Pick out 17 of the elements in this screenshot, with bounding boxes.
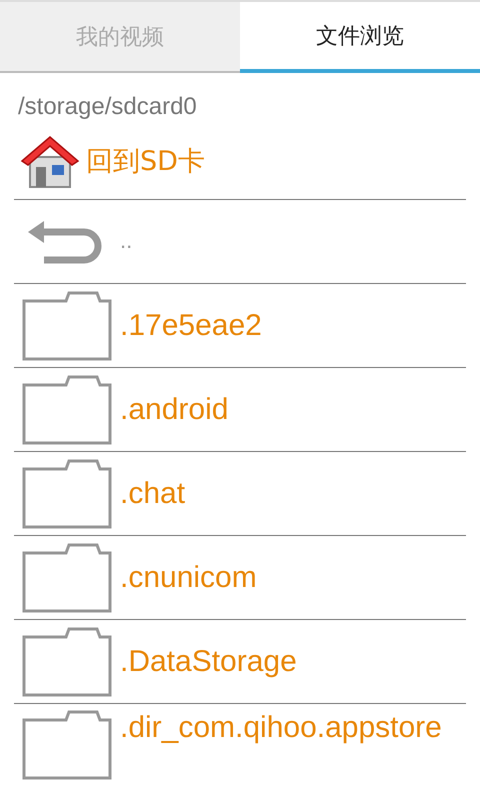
folder-name[interactable]: .android	[120, 392, 228, 428]
folder-icon	[22, 626, 112, 696]
house-icon	[20, 133, 80, 189]
tab[interactable]: 我的视频	[0, 2, 240, 73]
home-link[interactable]: 回到SD卡	[86, 143, 205, 179]
parent-folder-item[interactable]: ..	[120, 228, 132, 255]
folder-name[interactable]: .DataStorage	[120, 644, 297, 680]
folder-name[interactable]: .17e5eae2	[120, 308, 262, 344]
path-label: /storage/sdcard0	[17, 92, 198, 122]
folder-name[interactable]: .cnunicom	[120, 560, 257, 596]
folder-icon	[22, 458, 112, 528]
folder-icon	[22, 374, 112, 444]
folder-icon	[22, 290, 112, 360]
folder-icon	[22, 710, 112, 780]
folder-icon	[22, 542, 112, 612]
folder-name[interactable]: .chat	[120, 476, 186, 512]
folder-name[interactable]: .dir_com.qihoo.appstore	[120, 710, 442, 746]
